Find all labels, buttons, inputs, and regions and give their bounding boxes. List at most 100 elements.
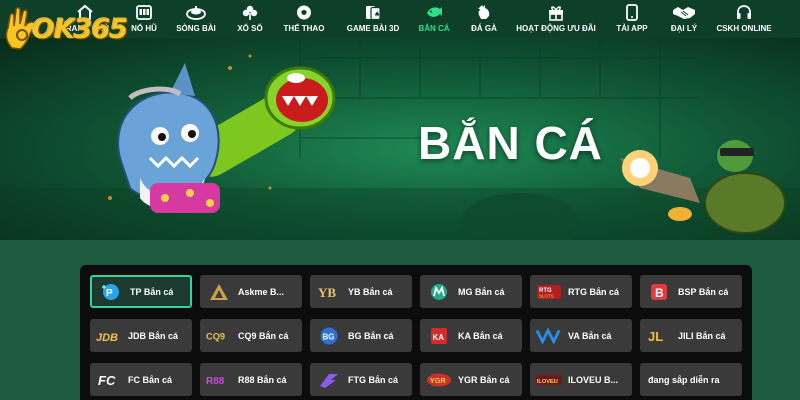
mg-logo-icon bbox=[426, 281, 452, 303]
svg-text:R88: R88 bbox=[206, 376, 225, 387]
provider-label: YB Bắn cá bbox=[348, 286, 393, 297]
svg-text:KA: KA bbox=[433, 333, 445, 342]
nav-item-sports[interactable]: THỂ THAO bbox=[280, 0, 328, 38]
clover-icon bbox=[242, 5, 258, 20]
brand-logo[interactable]: OK365 bbox=[2, 4, 152, 54]
tp-logo-icon: P bbox=[98, 281, 124, 303]
nav-item-card-games[interactable]: ♠ GAME BÀI 3D bbox=[342, 0, 404, 38]
nav-item-fishing[interactable]: BẮN CÁ bbox=[414, 0, 454, 38]
provider-tile-tp[interactable]: P TP Bắn cá bbox=[90, 275, 192, 308]
nav-label: THỂ THAO bbox=[283, 24, 325, 33]
fish-icon bbox=[427, 7, 442, 17]
provider-label: JDB Bắn cá bbox=[128, 330, 179, 341]
headset-icon bbox=[737, 5, 751, 19]
provider-label: YGR Bắn cá bbox=[458, 374, 510, 385]
provider-panel: P TP Bắn cá Askme B... YB YB Bắn cá MG B… bbox=[80, 265, 752, 400]
rooster-icon bbox=[478, 5, 490, 19]
provider-tile-rtg[interactable]: RTG SLOTS RTG Bắn cá bbox=[530, 275, 632, 308]
svg-text:JDB: JDB bbox=[96, 332, 118, 344]
nav-label: GAME BÀI 3D bbox=[346, 24, 400, 33]
provider-label: BSP Bắn cá bbox=[678, 286, 729, 297]
svg-text:SLOTS: SLOTS bbox=[539, 293, 554, 298]
provider-tile-iloveu[interactable]: ILOVEU ILOVEU B... bbox=[530, 363, 632, 396]
provider-tile-va[interactable]: VA Bắn cá bbox=[530, 319, 632, 352]
logo-text: OK365 bbox=[32, 14, 128, 45]
provider-label: R88 Bắn cá bbox=[238, 374, 287, 385]
nav-label: TẢI APP bbox=[616, 24, 648, 33]
handshake-icon bbox=[673, 7, 695, 19]
provider-tile-cq9[interactable]: CQ9 CQ9 Bắn cá bbox=[200, 319, 302, 352]
provider-label: MG Bắn cá bbox=[458, 286, 505, 297]
provider-tile-r88[interactable]: R88 R88 Bắn cá bbox=[200, 363, 302, 396]
nav-item-download-app[interactable]: TẢI APP bbox=[612, 0, 652, 38]
provider-label: CQ9 Bắn cá bbox=[238, 330, 289, 341]
askme-logo-icon bbox=[206, 281, 232, 303]
nav-item-agency[interactable]: ĐẠI LÝ bbox=[664, 0, 704, 38]
svg-text:FC: FC bbox=[98, 373, 116, 388]
provider-label: KA Bắn cá bbox=[458, 330, 503, 341]
provider-tile-ygr[interactable]: YGR YGR Bắn cá bbox=[420, 363, 522, 396]
provider-label: JILI Bắn cá bbox=[678, 330, 726, 341]
provider-tile-ftg[interactable]: FTG Bắn cá bbox=[310, 363, 412, 396]
rtg-slots-logo-icon: RTG SLOTS bbox=[536, 281, 562, 303]
provider-label: ILOVEU B... bbox=[568, 374, 619, 385]
bsp-logo-icon: B bbox=[646, 281, 672, 303]
provider-label: TP Bắn cá bbox=[130, 286, 174, 297]
svg-text:JL: JL bbox=[648, 329, 663, 344]
nav-item-cockfight[interactable]: ĐÁ GÀ bbox=[466, 0, 502, 38]
svg-text:CQ9: CQ9 bbox=[206, 331, 225, 341]
gift-icon bbox=[549, 6, 563, 21]
provider-tile-bsp[interactable]: B BSP Bắn cá bbox=[640, 275, 742, 308]
cards-icon: ♠ bbox=[366, 6, 381, 21]
provider-label: Askme B... bbox=[238, 286, 285, 297]
va-logo-icon bbox=[536, 325, 562, 347]
cq9-logo-icon: CQ9 bbox=[206, 325, 232, 347]
provider-label: RTG Bắn cá bbox=[568, 286, 620, 297]
svg-text:B: B bbox=[655, 286, 664, 300]
fc-logo-icon: FC bbox=[96, 369, 122, 391]
jili-logo-icon: JL bbox=[646, 325, 672, 347]
r88-logo-icon: R88 bbox=[206, 369, 232, 391]
svg-text:YGR: YGR bbox=[430, 375, 447, 384]
nav-item-lottery[interactable]: XỔ SỐ bbox=[230, 0, 270, 38]
jdb-logo-icon: JDB bbox=[96, 325, 122, 347]
iloveu-logo-icon: ILOVEU bbox=[536, 369, 562, 391]
svg-text:♠: ♠ bbox=[374, 11, 380, 19]
svg-text:ILOVEU: ILOVEU bbox=[537, 379, 558, 385]
casino-chip-icon bbox=[186, 6, 206, 20]
shark-character-illustration bbox=[117, 63, 220, 213]
provider-label: VA Bắn cá bbox=[568, 330, 612, 341]
provider-label: BG Bắn cá bbox=[348, 330, 394, 341]
banner-illustration bbox=[108, 54, 786, 240]
soccer-ball-icon bbox=[297, 5, 311, 20]
provider-label: FTG Bắn cá bbox=[348, 374, 399, 385]
provider-tile-ka[interactable]: KA KA Bắn cá bbox=[420, 319, 522, 352]
provider-tile-jili[interactable]: JL JILI Bắn cá bbox=[640, 319, 742, 352]
bg-logo-icon: BG bbox=[316, 325, 342, 347]
hero-banner: BẮN CÁ bbox=[0, 38, 800, 240]
provider-tile-jdb[interactable]: JDB JDB Bắn cá bbox=[90, 319, 192, 352]
nav-label: BẮN CÁ bbox=[418, 24, 450, 33]
nav-item-support[interactable]: CSKH ONLINE bbox=[712, 0, 776, 38]
phone-icon bbox=[626, 4, 638, 21]
provider-tile-mg[interactable]: MG Bắn cá bbox=[420, 275, 522, 308]
nav-label: HOẠT ĐỘNG ƯU ĐÃI bbox=[516, 24, 596, 33]
ka-logo-icon: KA bbox=[426, 325, 452, 347]
ftg-logo-icon bbox=[316, 369, 342, 391]
provider-tile-coming-soon[interactable]: đang sắp diễn ra bbox=[640, 363, 742, 396]
provider-label: đang sắp diễn ra bbox=[648, 374, 720, 385]
svg-text:YB: YB bbox=[318, 285, 336, 300]
provider-tile-bg[interactable]: BG BG Bắn cá bbox=[310, 319, 412, 352]
svg-text:P: P bbox=[106, 288, 113, 299]
provider-tile-yb[interactable]: YB YB Bắn cá bbox=[310, 275, 412, 308]
nav-label: ĐÁ GÀ bbox=[471, 24, 497, 33]
provider-tile-askme[interactable]: Askme B... bbox=[200, 275, 302, 308]
provider-label: FC Bắn cá bbox=[128, 374, 173, 385]
ygr-logo-icon: YGR bbox=[426, 369, 452, 391]
turtle-character-illustration bbox=[620, 140, 786, 234]
banner-title: BẮN CÁ bbox=[418, 117, 603, 169]
provider-tile-fc[interactable]: FC FC Bắn cá bbox=[90, 363, 192, 396]
nav-item-casino[interactable]: SÒNG BÀI bbox=[172, 0, 220, 38]
nav-item-promotions[interactable]: HOẠT ĐỘNG ƯU ĐÃI bbox=[514, 0, 598, 38]
svg-text:BG: BG bbox=[323, 332, 335, 341]
